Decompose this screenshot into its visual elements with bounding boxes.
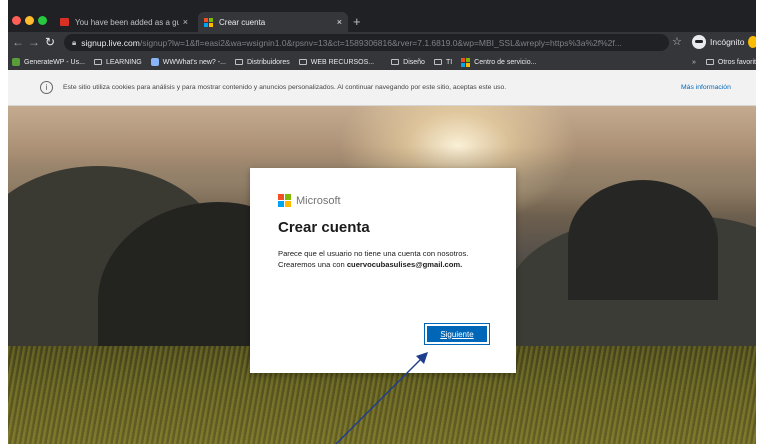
- close-tab-icon[interactable]: ×: [183, 17, 188, 27]
- extension-icon[interactable]: [748, 36, 756, 48]
- ms-icon: [461, 57, 471, 67]
- tab-crear-cuenta[interactable]: Crear cuenta ×: [198, 12, 348, 32]
- bookmark-ti[interactable]: TI: [433, 58, 453, 66]
- address-bar[interactable]: 🔒︎ signup.live.com /signup?lw=1&fl=easi2…: [64, 34, 669, 51]
- brand-name: Microsoft: [296, 194, 341, 207]
- cookie-banner: i Este sitio utiliza cookies para anális…: [8, 70, 756, 106]
- bookmark-learning[interactable]: LEARNING: [93, 58, 142, 66]
- lock-icon: 🔒︎: [72, 37, 77, 47]
- bookmark-label: GenerateWP - Us...: [24, 58, 85, 66]
- bookmark-label: TI: [445, 58, 453, 66]
- folder-icon: [391, 59, 400, 65]
- bookmark-web-recursos[interactable]: WEB RECURSOS...: [298, 58, 375, 66]
- bookmarks-overflow-icon[interactable]: »: [692, 59, 696, 66]
- bookmarks-bar: GenerateWP - Us... LEARNING WWWhat's new…: [8, 54, 756, 70]
- close-tab-icon[interactable]: ×: [337, 17, 342, 27]
- signup-card: Microsoft Crear cuenta Parece que el usu…: [250, 168, 516, 373]
- tab-title: Crear cuenta: [219, 17, 266, 27]
- card-title: Crear cuenta: [278, 219, 370, 236]
- minimize-window-button[interactable]: [25, 16, 34, 25]
- bookmark-centro-de-servicio[interactable]: Centro de servicio...: [461, 57, 537, 67]
- microsoft-brand: Microsoft: [278, 194, 488, 207]
- email-address: cuervocubasulises@gmail.com.: [346, 260, 463, 269]
- wwwhat-icon: [150, 58, 159, 66]
- siguiente-button[interactable]: Siguiente: [424, 323, 490, 345]
- bookmark-label: Diseño: [403, 58, 425, 66]
- browser-toolbar: ← → ↻ 🔒︎ signup.live.com /signup?lw=1&fl…: [8, 32, 756, 54]
- bookmark-distribuidores[interactable]: Distribuidores: [234, 58, 290, 66]
- info-icon: i: [40, 81, 53, 94]
- bookmark-label: WWWhat's new? -...: [162, 58, 226, 66]
- close-window-button[interactable]: [12, 16, 21, 25]
- bookmark-generatewp[interactable]: GenerateWP - Us...: [12, 58, 85, 66]
- back-arrow-icon[interactable]: ←: [12, 35, 24, 49]
- microsoft-favicon-icon: [204, 17, 213, 27]
- other-bookmarks[interactable]: » Otros favorit: [692, 54, 756, 70]
- more-info-link[interactable]: Más información: [681, 84, 731, 91]
- bookmark-wwwhat[interactable]: WWWhat's new? -...: [150, 58, 226, 66]
- forward-arrow-icon[interactable]: →: [28, 35, 40, 49]
- folder-icon: [433, 59, 442, 65]
- card-message: Parece que el usuario no tiene una cuent…: [278, 248, 474, 270]
- generatewp-icon: [12, 58, 20, 66]
- tab-added-as-guest[interactable]: You have been added as a gue ×: [54, 12, 194, 32]
- url-path: /signup?lw=1&fl=easi2&wa=wsignin1.0&rpsn…: [139, 37, 622, 48]
- maximize-window-button[interactable]: [38, 16, 47, 25]
- mountain-right: [568, 180, 718, 300]
- bookmark-star-icon[interactable]: ☆: [672, 35, 682, 48]
- bookmark-diseno[interactable]: Diseño: [391, 59, 425, 66]
- tab-strip: You have been added as a gue × Crear cue…: [8, 8, 756, 32]
- folder-icon: [93, 59, 102, 65]
- mail-favicon-icon: [60, 18, 69, 26]
- bookmark-label: LEARNING: [105, 58, 142, 66]
- other-bookmarks-label: Otros favorit: [717, 58, 756, 66]
- folder-icon: [298, 59, 307, 65]
- new-tab-button[interactable]: +: [353, 14, 361, 29]
- incognito-icon: [692, 35, 706, 49]
- folder-icon: [234, 59, 243, 65]
- bookmark-label: Centro de servicio...: [474, 58, 537, 66]
- tab-title: You have been added as a gue: [75, 17, 179, 27]
- incognito-label: Incógnito: [710, 37, 745, 47]
- incognito-indicator[interactable]: Incógnito: [692, 35, 745, 49]
- cookie-text: Este sitio utiliza cookies para análisis…: [63, 84, 507, 91]
- bookmark-label: WEB RECURSOS...: [310, 58, 375, 66]
- folder-icon: [705, 59, 714, 65]
- url-host: signup.live.com: [81, 37, 140, 48]
- microsoft-logo-icon: [278, 194, 291, 207]
- bookmark-label: Distribuidores: [246, 58, 290, 66]
- reload-icon[interactable]: ↻: [45, 35, 55, 49]
